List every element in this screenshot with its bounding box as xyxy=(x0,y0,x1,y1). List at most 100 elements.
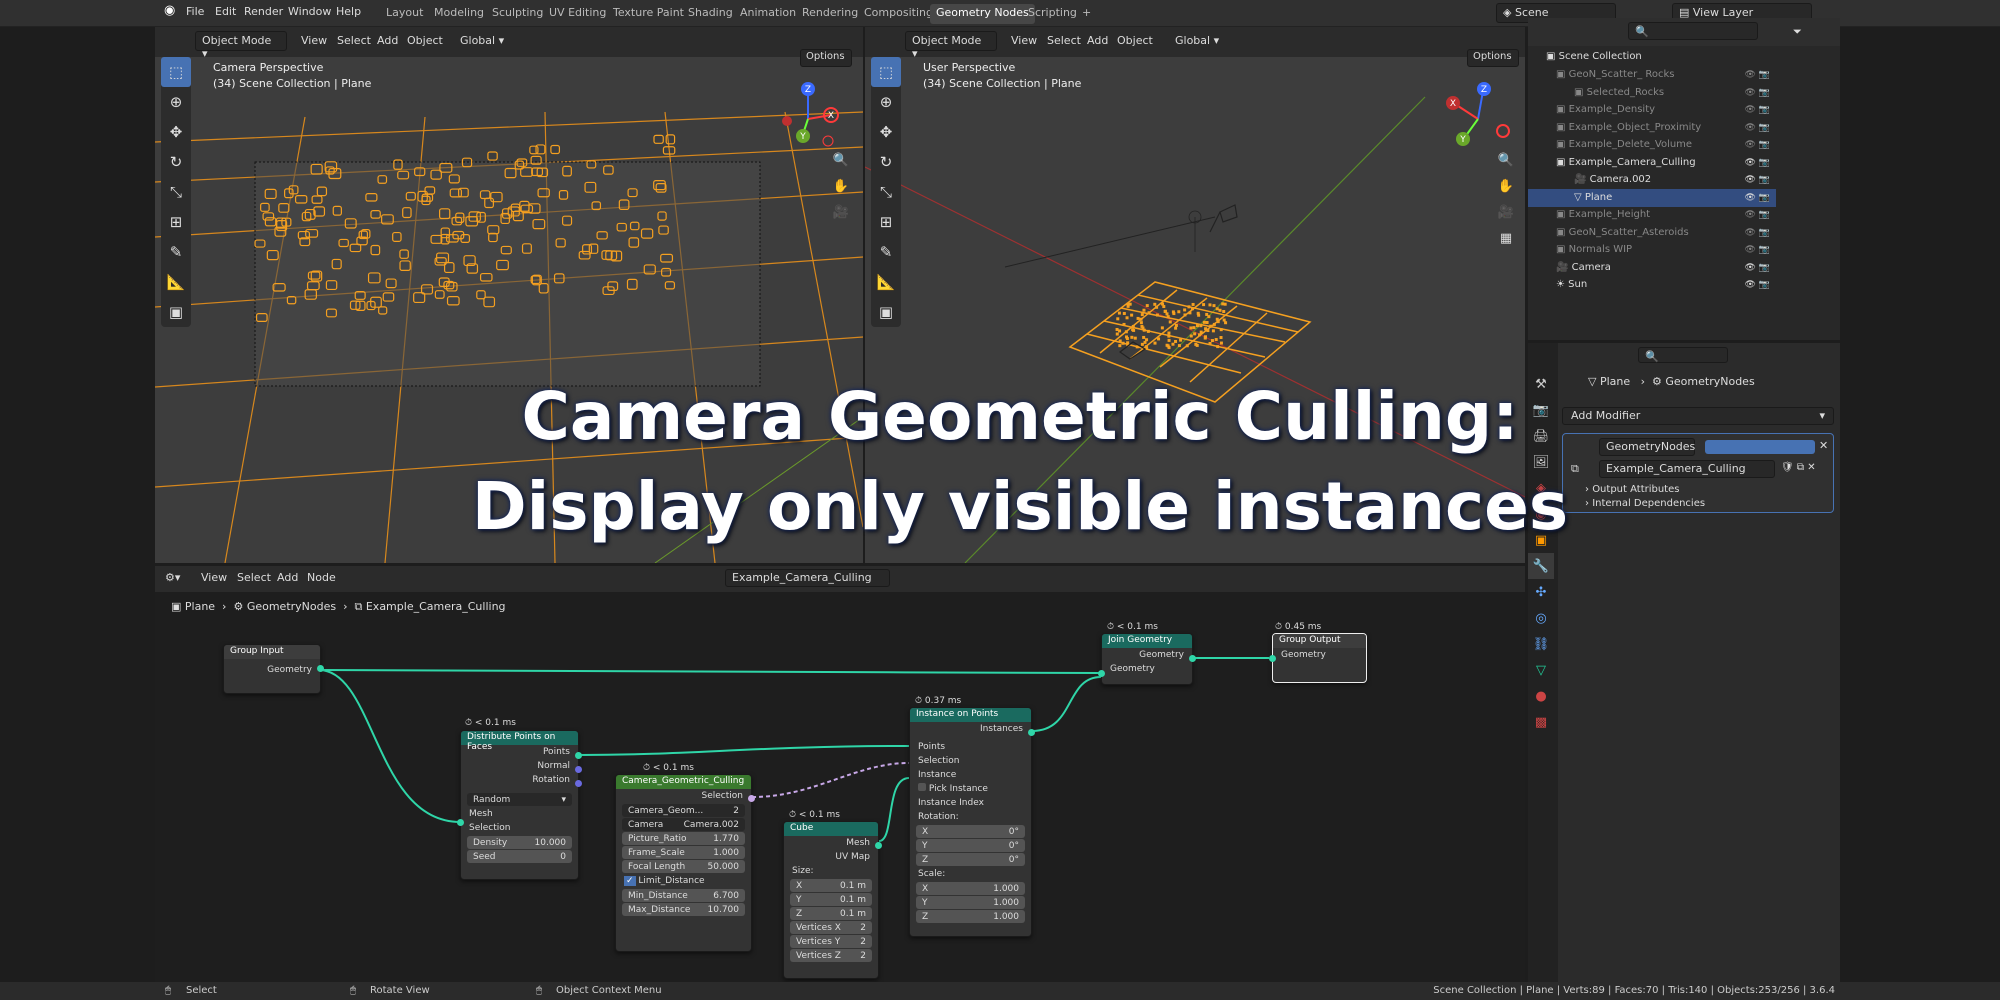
focal-length-field[interactable]: Focal Length 50.000 xyxy=(622,860,745,873)
outliner-item[interactable]: ▣ Example_Height 👁 📷 xyxy=(1528,206,1776,224)
socket-icon[interactable] xyxy=(875,842,882,849)
navigation-gizmo[interactable]: Z Y X xyxy=(773,79,843,149)
tab-uv-editing[interactable]: UV Editing xyxy=(543,4,612,24)
menu-edit[interactable]: Edit xyxy=(215,5,236,18)
tab-animation[interactable]: Animation xyxy=(734,4,802,24)
seed-field[interactable]: Seed 0 xyxy=(467,850,572,863)
menu-select[interactable]: Select xyxy=(337,34,371,47)
cursor-tool-icon[interactable]: ⊕ xyxy=(161,87,191,117)
outliner-search[interactable]: 🔍 xyxy=(1628,22,1758,40)
distribute-method-dropdown[interactable]: Random ▾ xyxy=(467,793,572,806)
menu-view[interactable]: View xyxy=(301,34,327,47)
mode-dropdown[interactable]: Object Mode ▾ xyxy=(905,31,997,60)
physics-tab-icon[interactable]: ◎ xyxy=(1528,605,1554,631)
max-distance-field[interactable]: Max_Distance 10.700 xyxy=(622,903,745,916)
min-distance-field[interactable]: Min_Distance 6.700 xyxy=(622,889,745,902)
size-z-field[interactable]: Z 0.1 m xyxy=(790,907,872,920)
outliner-item[interactable]: ▣ GeoN_Scatter_ Rocks 👁 📷 xyxy=(1528,66,1776,84)
camera-view-icon[interactable]: 🎥 xyxy=(830,201,852,223)
size-x-field[interactable]: X 0.1 m xyxy=(790,879,872,892)
cursor-tool-icon[interactable]: ⊕ xyxy=(871,87,901,117)
scale-y-field[interactable]: Y 1.000 xyxy=(916,896,1025,909)
menu-object[interactable]: Object xyxy=(1117,34,1153,47)
visibility-toggle-icon[interactable]: 👁 📷 xyxy=(1745,206,1771,224)
outliner-root[interactable]: ▣ Scene Collection xyxy=(1528,48,1776,66)
filter-icon[interactable]: ⏷ xyxy=(1793,25,1802,39)
properties-search[interactable]: 🔍 xyxy=(1638,347,1728,363)
visibility-toggle-icon[interactable]: 👁 📷 xyxy=(1745,84,1771,102)
socket-icon[interactable] xyxy=(575,752,582,759)
outliner-item[interactable]: ▣ Example_Density 👁 📷 xyxy=(1528,101,1776,119)
mode-dropdown[interactable]: Object Mode ▾ xyxy=(195,31,287,60)
menu-render[interactable]: Render xyxy=(244,5,283,18)
limit-distance-checkbox[interactable]: ✓ Limit_Distance xyxy=(616,874,751,888)
outliner-item[interactable]: 🎥 Camera.002 👁 📷 xyxy=(1528,171,1776,189)
zoom-icon[interactable]: 🔍 xyxy=(1495,149,1517,171)
node-group-field[interactable]: Example_Camera_Culling xyxy=(1599,460,1775,478)
menu-add[interactable]: Add xyxy=(377,34,398,47)
annotate-tool-icon[interactable]: ✎ xyxy=(161,237,191,267)
rotation-x-field[interactable]: X 0° xyxy=(916,825,1025,838)
menu-add[interactable]: Add xyxy=(1087,34,1108,47)
vertices-y-field[interactable]: Vertices Y2 xyxy=(790,935,872,948)
visibility-toggle-icon[interactable]: 👁 📷 xyxy=(1745,171,1771,189)
socket-icon[interactable] xyxy=(575,766,582,773)
move-tool-icon[interactable]: ✥ xyxy=(161,117,191,147)
socket-icon[interactable] xyxy=(1269,655,1276,662)
select-box-tool-icon[interactable]: ⬚ xyxy=(871,57,901,87)
socket-icon[interactable] xyxy=(1098,670,1105,677)
tab-geometry-nodes[interactable]: Geometry Nodes xyxy=(930,4,1035,24)
scale-tool-icon[interactable]: ⤡ xyxy=(161,177,191,207)
visibility-toggle-icon[interactable]: 👁 📷 xyxy=(1745,276,1771,294)
tab-sculpting[interactable]: Sculpting xyxy=(486,4,549,24)
visibility-toggle-icon[interactable]: 👁 📷 xyxy=(1745,101,1771,119)
tab-texture-paint[interactable]: Texture Paint xyxy=(607,4,690,24)
visibility-toggle-icon[interactable]: 👁 📷 xyxy=(1745,189,1771,207)
socket-icon[interactable] xyxy=(317,665,324,672)
visibility-toggle-icon[interactable]: 👁 📷 xyxy=(1745,154,1771,172)
tab-layout[interactable]: Layout xyxy=(380,4,429,24)
node-camera-culling-group[interactable]: Camera_Geometric_Culling Selection Camer… xyxy=(615,774,755,952)
socket-icon[interactable] xyxy=(575,780,582,787)
add-workspace-button[interactable]: + xyxy=(1076,4,1097,24)
outliner-item[interactable]: ▣ Example_Camera_Culling 👁 📷 xyxy=(1528,154,1776,172)
transform-tool-icon[interactable]: ⊞ xyxy=(871,207,901,237)
size-y-field[interactable]: Y 0.1 m xyxy=(790,893,872,906)
tab-rendering[interactable]: Rendering xyxy=(796,4,864,24)
outliner-item[interactable]: ☀ Sun 👁 📷 xyxy=(1528,276,1776,294)
pick-instance-checkbox[interactable]: Pick Instance xyxy=(910,782,1031,796)
tab-scripting[interactable]: Scripting xyxy=(1022,4,1083,24)
tab-shading[interactable]: Shading xyxy=(682,4,739,24)
outliner-item[interactable]: ▣ Selected_Rocks 👁 📷 xyxy=(1528,84,1776,102)
scale-x-field[interactable]: X 1.000 xyxy=(916,882,1025,895)
pan-hand-icon[interactable]: ✋ xyxy=(830,175,852,197)
rotate-tool-icon[interactable]: ↻ xyxy=(871,147,901,177)
remove-modifier-icon[interactable]: ✕ xyxy=(1819,439,1828,452)
camera-view-icon[interactable]: 🎥 xyxy=(1495,201,1517,223)
data-tab-icon[interactable]: ▽ xyxy=(1528,657,1554,683)
blender-logo-icon[interactable]: ◉ xyxy=(164,3,175,18)
socket-icon[interactable] xyxy=(1028,729,1035,736)
pan-hand-icon[interactable]: ✋ xyxy=(1495,175,1517,197)
frame-scale-field[interactable]: Frame_Scale 1.000 xyxy=(622,846,745,859)
rotation-z-field[interactable]: Z 0° xyxy=(916,853,1025,866)
node-distribute-points[interactable]: Distribute Points on Faces Points Normal… xyxy=(457,730,582,880)
add-cube-tool-icon[interactable]: ▣ xyxy=(871,297,901,327)
outliner-item[interactable]: ▣ GeoN_Scatter_Asteroids 👁 📷 xyxy=(1528,224,1776,242)
add-cube-tool-icon[interactable]: ▣ xyxy=(161,297,191,327)
annotate-tool-icon[interactable]: ✎ xyxy=(871,237,901,267)
tab-compositing[interactable]: Compositing xyxy=(858,4,939,24)
tab-modeling[interactable]: Modeling xyxy=(428,4,490,24)
outliner-item[interactable]: ▣ Example_Object_Proximity 👁 📷 xyxy=(1528,119,1776,137)
outliner-item[interactable]: ▣ Normals WIP 👁 📷 xyxy=(1528,241,1776,259)
density-field[interactable]: Density 10.000 xyxy=(467,836,572,849)
navigation-gizmo[interactable]: Z Y X xyxy=(1443,79,1513,149)
modifier-tab-icon[interactable]: 🔧 xyxy=(1528,553,1554,579)
socket-icon[interactable] xyxy=(1189,655,1196,662)
texture-tab-icon[interactable]: ▩ xyxy=(1528,709,1554,735)
constraints-tab-icon[interactable]: ⛓ xyxy=(1528,631,1554,657)
visibility-toggle-icon[interactable]: 👁 📷 xyxy=(1745,119,1771,137)
visibility-toggle-icon[interactable]: 👁 📷 xyxy=(1745,259,1771,277)
node-editor[interactable]: ⚙▾ View Select Add Node Example_Camera_C… xyxy=(155,566,1525,982)
node-group-output[interactable]: Group Output Geometry xyxy=(1269,633,1367,683)
